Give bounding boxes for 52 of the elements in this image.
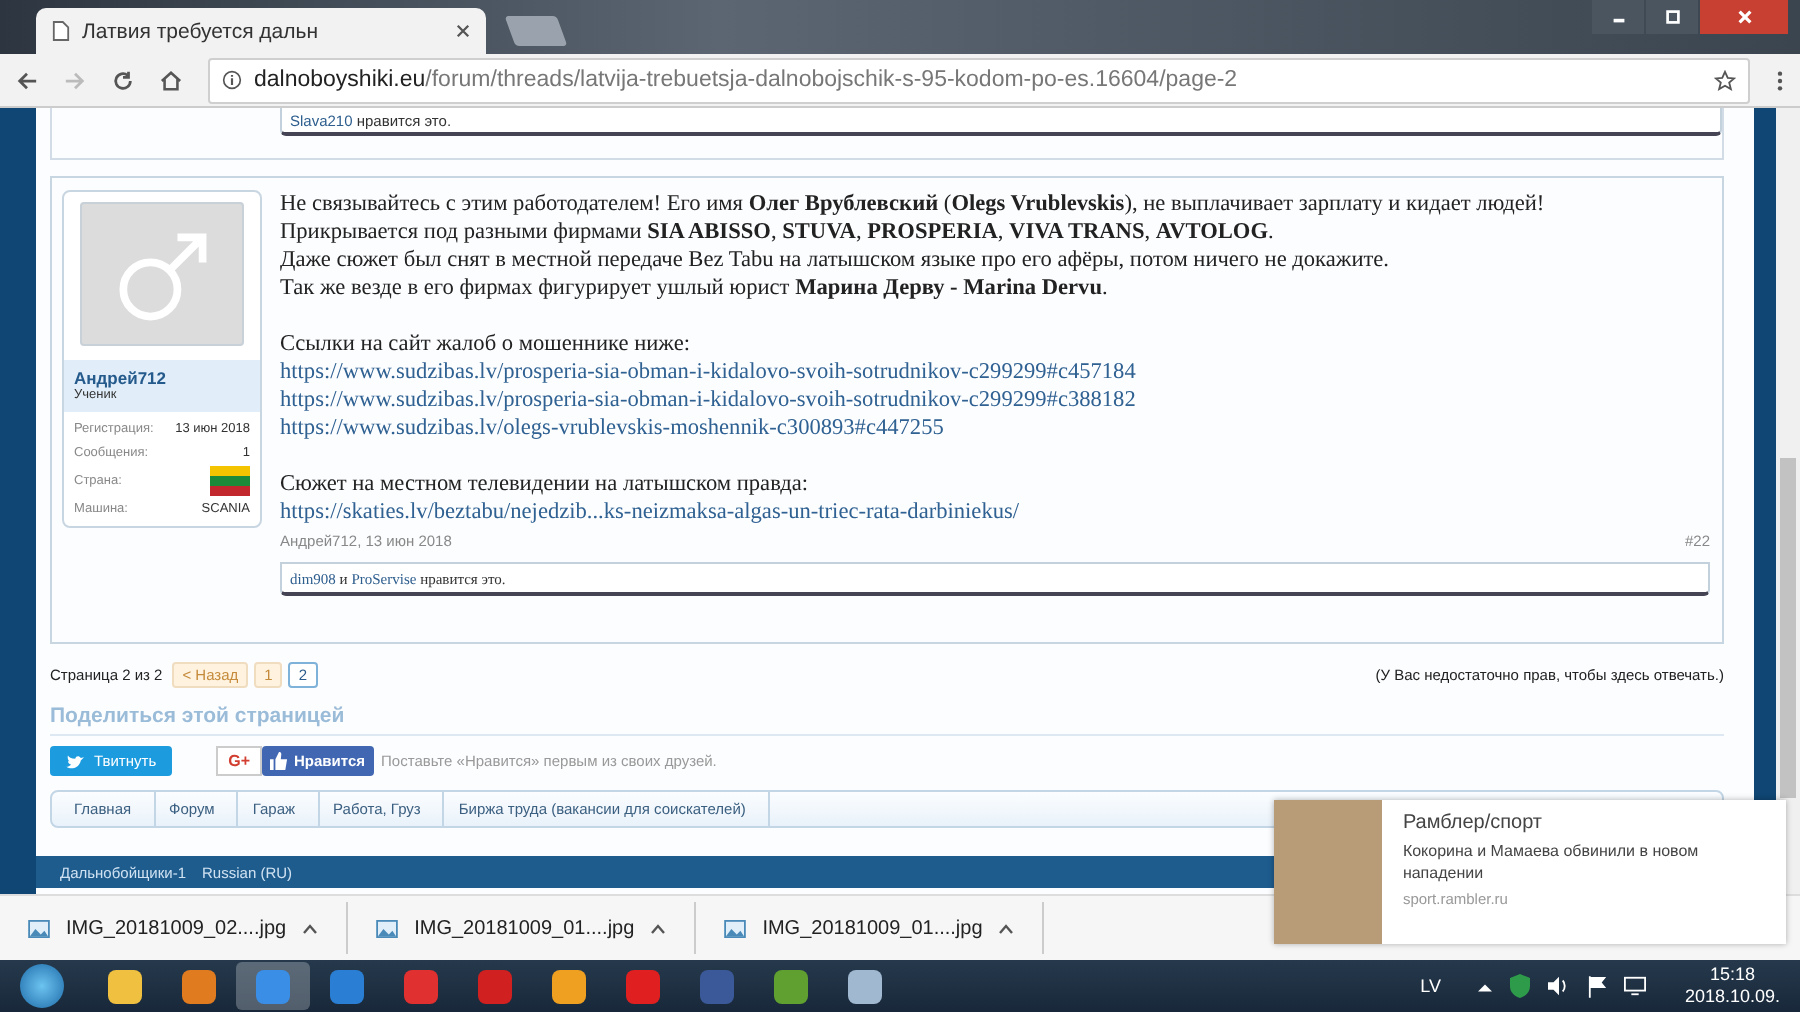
close-icon[interactable]	[456, 24, 470, 38]
message-link[interactable]: https://skaties.lv/beztabu/nejedzib...ks-neizmaksa-algas-un-triec-rata-darbiniekus/	[280, 500, 1020, 524]
language-indicator[interactable]: LV	[1420, 976, 1441, 996]
thumbs-up-icon	[270, 752, 289, 770]
flag-icon	[210, 466, 250, 496]
message-text: Ссылки на сайт жалоб о мошеннике ниже:	[280, 330, 692, 358]
star-icon[interactable]	[1714, 69, 1736, 91]
notification-headline[interactable]: Кокорина и Мамаева обвинили в новом нападении	[1402, 840, 1766, 884]
close-icon	[1735, 8, 1753, 26]
message-link[interactable]: https://www.sudzibas.lv/prosperia-sia-obman-i-kidalovo-svoih-sotrudnikov-c299299#c457184	[280, 360, 1136, 384]
monitor-icon[interactable]	[1624, 976, 1647, 996]
maximize-icon	[1663, 8, 1681, 26]
clock[interactable]: 15:18 2018.10.09.	[1684, 964, 1780, 1008]
message-text: Даже сюжет был снят в местной передаче Bez Tabu на латышском языке про его афёры, потом ничего не докажите.	[280, 246, 1392, 274]
caret-icon[interactable]	[998, 923, 1015, 933]
message-text: Так же везде в его фирмах фигурирует ушлый юрист Марина Дерву - Marina Dervu.	[280, 274, 1110, 302]
download-item[interactable]: IMG_20181009_01....jpg	[348, 902, 697, 954]
page-icon	[52, 20, 70, 42]
scrollbar-thumb[interactable]	[1780, 458, 1796, 798]
speaker-icon[interactable]	[1548, 976, 1571, 996]
message-link[interactable]: https://www.sudzibas.lv/olegs-vrublevskis-moshennik-c300893#c447255	[280, 416, 944, 440]
flag-icon[interactable]	[1588, 975, 1607, 997]
caret-icon[interactable]	[302, 923, 319, 933]
shield-icon[interactable]	[1510, 974, 1531, 998]
message-text: Не связывайтесь с этим работодателем! Его имя Олег Врублевский (Olegs Vrublevskis), не выплачивает зарплату и кидает людей!	[280, 190, 1547, 218]
message-text: Прикрывается под разными фирмами SIA ABISSO, STUVA, PROSPERIA, VIVA TRANS, AVTOLOG.	[280, 218, 1276, 246]
browser-tab[interactable]: Латвия требуется дальн	[36, 8, 486, 54]
caret-icon[interactable]	[650, 923, 667, 933]
home-icon[interactable]	[160, 69, 182, 91]
download-item[interactable]: IMG_20181009_01....jpg	[696, 902, 1045, 954]
notification-source: Рамблер/спорт	[1402, 812, 1545, 834]
bird-icon	[66, 753, 86, 769]
share-heading: Поделиться этой страницей	[50, 704, 1724, 736]
image-file-icon	[28, 919, 50, 937]
reload-icon[interactable]	[112, 69, 134, 91]
start-button[interactable]	[20, 964, 64, 1008]
image-file-icon	[376, 919, 399, 937]
menu-icon[interactable]	[1776, 69, 1784, 91]
photo-placeholder	[1274, 800, 1383, 944]
address-field[interactable]: dalnoboyshiki.eu/forum/threads/latvija-trebuetsja-dalnobojschik-s-95-kodom-po-es.16604/page-2	[208, 57, 1750, 103]
google-plus-button[interactable]: G+	[216, 746, 263, 776]
up-arrow-icon[interactable]	[1478, 981, 1493, 991]
maximize-button[interactable]	[1646, 0, 1698, 34]
message-text: Сюжет на местном телевидении на латышском правда:	[280, 470, 811, 498]
back-icon[interactable]	[16, 69, 38, 91]
message-link[interactable]: https://www.sudzibas.lv/prosperia-sia-obman-i-kidalovo-svoih-sotrudnikov-c299299#c388182	[280, 388, 1136, 412]
new-tab-button[interactable]	[504, 16, 568, 46]
user-name[interactable]: Андрей712	[74, 368, 250, 389]
close-button[interactable]	[1700, 0, 1788, 34]
info-icon	[222, 70, 242, 90]
image-file-icon	[724, 919, 747, 937]
download-item[interactable]: IMG_20181009_02....jpg	[0, 902, 349, 954]
